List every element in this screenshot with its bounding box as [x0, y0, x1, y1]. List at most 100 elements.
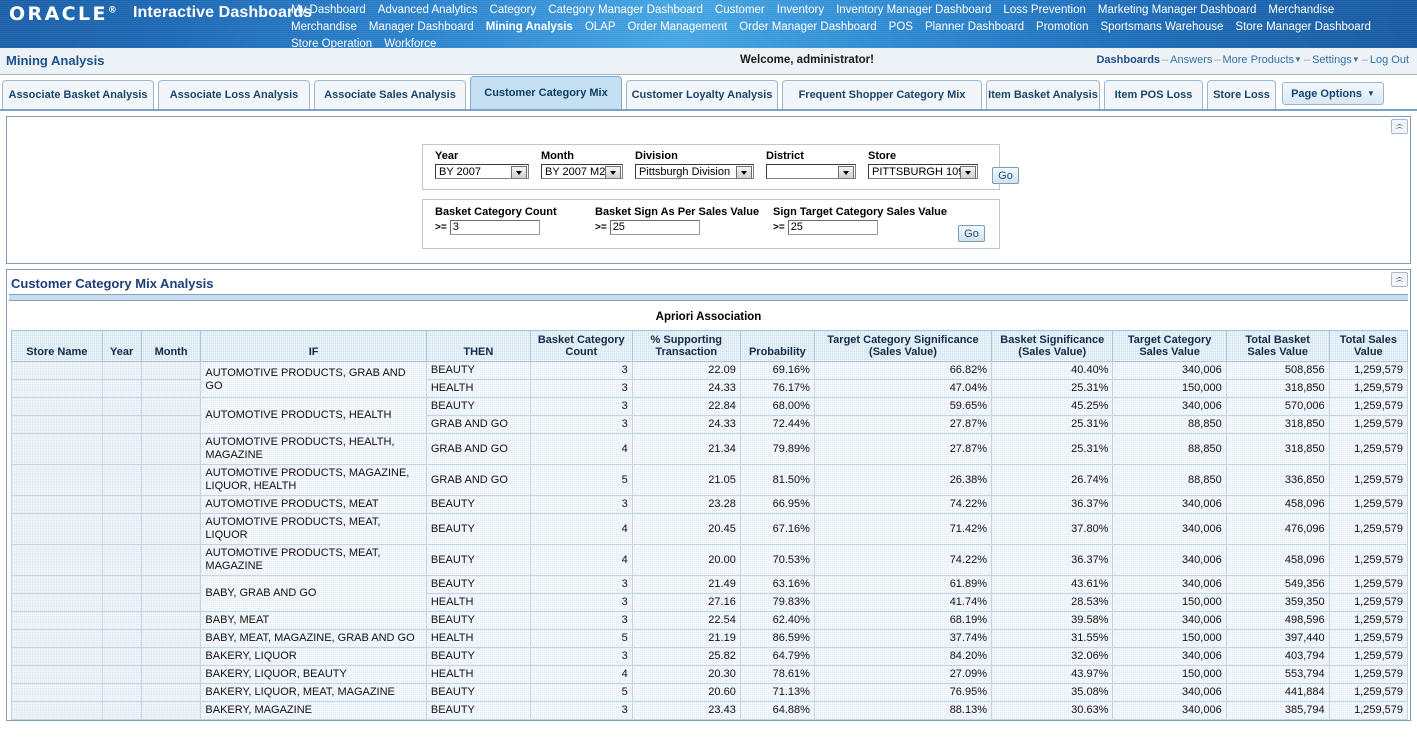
- prompt-field-basket-sign-as-per-sales-value: Basket Sign As Per Sales Value >=: [595, 206, 759, 235]
- column-header-target-category-sales-value[interactable]: Target Category Sales Value: [1112, 330, 1227, 362]
- column-header-year[interactable]: Year: [101, 330, 142, 362]
- prompt-select-district[interactable]: [766, 164, 856, 179]
- link-settings[interactable]: Settings: [1312, 54, 1352, 66]
- global-nav-link-sportsmans-warehouse[interactable]: Sportsmans Warehouse: [1094, 19, 1229, 36]
- global-nav-link-inventory[interactable]: Inventory: [771, 2, 830, 19]
- tab-item-pos-loss[interactable]: Item POS Loss: [1104, 80, 1203, 109]
- global-nav-link-mining-analysis[interactable]: Mining Analysis: [480, 19, 579, 36]
- column-header-target-category-significance-sales-value-[interactable]: Target Category Significance (Sales Value…: [813, 330, 993, 362]
- global-nav-link-category[interactable]: Category: [484, 2, 543, 19]
- cell-month: [140, 513, 202, 545]
- global-nav-link-store-operation[interactable]: Store Operation: [285, 36, 378, 48]
- global-nav-link-marketing-manager-dashboard[interactable]: Marketing Manager Dashboard: [1092, 2, 1263, 19]
- link-dashboards[interactable]: Dashboards: [1096, 54, 1160, 66]
- cell-supporting-transaction: 24.33: [631, 379, 741, 398]
- prompt-input-basket-category-count[interactable]: [449, 220, 540, 235]
- global-nav-link-merchandise[interactable]: Merchandise: [1262, 2, 1340, 19]
- chevron-down-icon[interactable]: ▼: [1294, 55, 1302, 64]
- column-header-total-sales-value[interactable]: Total Sales Value: [1328, 330, 1409, 362]
- cell-supporting-transaction: 20.45: [631, 513, 741, 545]
- tab-item-basket-analysis[interactable]: Item Basket Analysis: [986, 80, 1100, 109]
- prompt-row-measure-filters: Basket Category Count>=Basket Sign As Pe…: [422, 199, 1000, 249]
- global-nav-link-inventory-manager-dashboard[interactable]: Inventory Manager Dashboard: [830, 2, 997, 19]
- cell-target-category-sales-value: 150,000: [1112, 665, 1227, 684]
- dashboard-tab-bar[interactable]: Associate Basket Analysis Associate Loss …: [0, 75, 1417, 111]
- table-row: AUTOMOTIVE PRODUCTS, MEAT, MAGAZINE BEAUT…: [11, 544, 1409, 576]
- global-nav-link-order-management[interactable]: Order Management: [622, 19, 734, 36]
- prompt-select-store[interactable]: PITTSBURGH 109: [868, 164, 978, 179]
- column-header-month[interactable]: Month: [140, 330, 202, 362]
- go-button-dimension-filters[interactable]: Go: [992, 167, 1019, 184]
- link-answers[interactable]: Answers: [1170, 54, 1212, 66]
- cell-basket-category-count: 3: [529, 415, 633, 434]
- page-options-button[interactable]: Page Options ▼: [1282, 82, 1384, 105]
- title-divider: [9, 294, 1408, 301]
- dropdown-arrow-icon[interactable]: [838, 166, 854, 178]
- cell-target-category-sales-value: 340,006: [1112, 683, 1227, 702]
- link-log-out[interactable]: Log Out: [1370, 54, 1409, 66]
- prompt-label-month: Month: [541, 150, 574, 162]
- global-nav-link-customer[interactable]: Customer: [709, 2, 771, 19]
- global-nav-link-planner-dashboard[interactable]: Planner Dashboard: [919, 19, 1030, 36]
- user-links[interactable]: Dashboards – Answers – More Products▼ – Settin…: [1096, 54, 1409, 66]
- prompt-input-sign-target-category-sales-value[interactable]: [787, 220, 878, 235]
- tab-frequent-shopper-category-mix[interactable]: Frequent Shopper Category Mix: [782, 80, 982, 109]
- global-nav[interactable]: My Dashboard Advanced Analytics Category Ca…: [285, 2, 1417, 48]
- cell-target-category-significance: 37.74%: [813, 629, 993, 648]
- cell-month: [140, 361, 202, 380]
- global-nav-link-workforce[interactable]: Workforce: [378, 36, 442, 48]
- cell-supporting-transaction: 21.05: [631, 464, 741, 496]
- cell-then: BEAUTY: [425, 544, 531, 576]
- global-nav-link-category-manager-dashboard[interactable]: Category Manager Dashboard: [542, 2, 709, 19]
- column-header-basket-significance-sales-value-[interactable]: Basket Significance (Sales Value): [990, 330, 1114, 362]
- global-nav-link-olap[interactable]: OLAP: [579, 19, 622, 36]
- tab-customer-loyalty-analysis[interactable]: Customer Loyalty Analysis: [626, 80, 778, 109]
- prompt-label-district: District: [766, 150, 804, 162]
- link-more-products[interactable]: More Products: [1222, 54, 1294, 66]
- global-nav-link-loss-prevention[interactable]: Loss Prevention: [997, 2, 1091, 19]
- tab-store-loss[interactable]: Store Loss: [1207, 80, 1276, 109]
- cell-total-sales-value: 1,259,579: [1328, 611, 1409, 630]
- global-nav-link-advanced-analytics[interactable]: Advanced Analytics: [372, 2, 484, 19]
- global-nav-link-order-manager-dashboard[interactable]: Order Manager Dashboard: [733, 19, 882, 36]
- collapse-prompt-panel-button[interactable]: [1391, 119, 1408, 134]
- prompt-select-month[interactable]: BY 2007 M2: [541, 164, 623, 179]
- column-header-if[interactable]: IF: [200, 330, 427, 362]
- cell-total-basket-sales-value: 549,356: [1225, 575, 1330, 594]
- tab-associate-loss-analysis[interactable]: Associate Loss Analysis: [158, 80, 310, 109]
- global-nav-link-merchandise[interactable]: Merchandise: [285, 19, 363, 36]
- go-button-measure-filters[interactable]: Go: [958, 225, 985, 242]
- column-header-total-basket-sales-value[interactable]: Total Basket Sales Value: [1225, 330, 1330, 362]
- dropdown-arrow-icon[interactable]: [605, 166, 621, 178]
- column-header-basket-category-count[interactable]: Basket Category Count: [529, 330, 633, 362]
- cell-target-category-significance: 68.19%: [813, 611, 993, 630]
- column-header--supporting-transaction[interactable]: % Supporting Transaction: [631, 330, 741, 362]
- chevron-down-icon[interactable]: ▼: [1352, 55, 1360, 64]
- column-header-then[interactable]: THEN: [425, 330, 531, 362]
- dropdown-arrow-icon[interactable]: [736, 166, 752, 178]
- tab-customer-category-mix[interactable]: Customer Category Mix: [470, 76, 622, 109]
- cell-basket-significance: 25.31%: [990, 379, 1114, 398]
- cell-store-name: [11, 433, 103, 465]
- global-nav-link-promotion[interactable]: Promotion: [1030, 19, 1094, 36]
- column-header-store-name[interactable]: Store Name: [11, 330, 103, 362]
- page-strip: Mining Analysis Welcome, administrator! …: [0, 48, 1417, 75]
- prompt-input-basket-sign-as-per-sales-value[interactable]: [609, 220, 700, 235]
- column-header-probability[interactable]: Probability: [739, 330, 815, 362]
- dropdown-arrow-icon[interactable]: [511, 166, 527, 178]
- cell-target-category-sales-value: 340,006: [1112, 513, 1227, 545]
- prompt-select-year[interactable]: BY 2007: [435, 164, 529, 179]
- tab-associate-sales-analysis[interactable]: Associate Sales Analysis: [314, 80, 466, 109]
- cell-basket-significance: 35.08%: [990, 683, 1114, 702]
- global-nav-link-pos[interactable]: POS: [883, 19, 919, 36]
- cell-total-sales-value: 1,259,579: [1328, 397, 1409, 416]
- global-nav-link-store-manager-dashboard[interactable]: Store Manager Dashboard: [1229, 19, 1377, 36]
- cell-basket-significance: 25.31%: [990, 415, 1114, 434]
- prompt-select-division[interactable]: Pittsburgh Division: [635, 164, 754, 179]
- global-nav-link-manager-dashboard[interactable]: Manager Dashboard: [363, 19, 480, 36]
- tab-associate-basket-analysis[interactable]: Associate Basket Analysis: [2, 80, 154, 109]
- cell-month: [140, 415, 202, 434]
- collapse-report-panel-button[interactable]: [1391, 272, 1408, 287]
- dropdown-arrow-icon[interactable]: [960, 166, 976, 178]
- global-nav-link-my-dashboard[interactable]: My Dashboard: [285, 2, 372, 19]
